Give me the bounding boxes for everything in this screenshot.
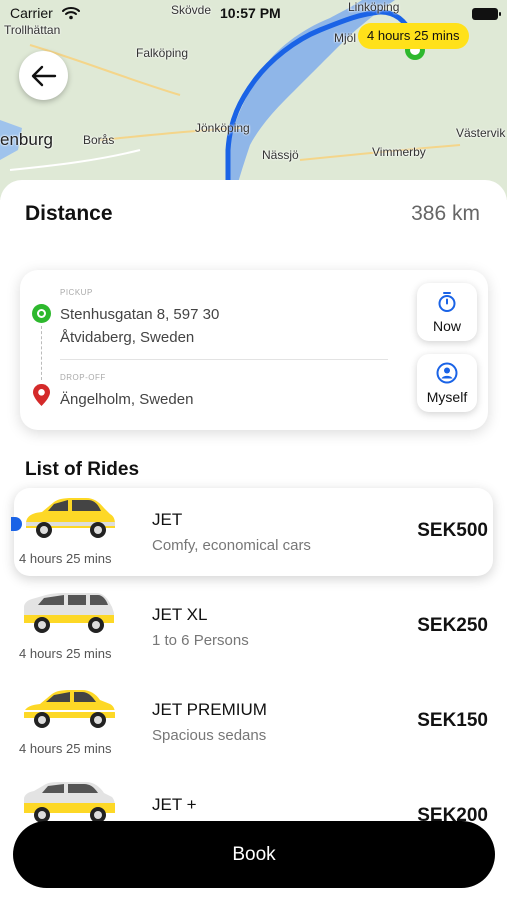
clock: 10:57 PM [220,5,281,21]
eta-badge: 4 hours 25 mins [358,23,469,49]
ride-name: JET XL [152,605,208,624]
ride-price: SEK150 [417,710,488,731]
car-icon [24,782,115,823]
rides-list-title: List of Rides [25,459,140,480]
myself-label: Myself [426,389,468,405]
ride-description: Comfy, economical cars [152,537,311,554]
distance-label: Distance [25,202,113,225]
location-pin-icon [33,384,50,406]
map-label-falkoping: Falköping [136,46,189,60]
schedule-now-button[interactable]: Now [417,283,477,341]
wifi-icon [62,7,80,20]
pickup-dot-icon [32,304,51,323]
ride-option-jet-xl[interactable]: 4 hours 25 mins JET XL 1 to 6 Persons SE… [14,583,493,671]
stopwatch-icon [438,292,456,312]
map-label-vastervik: Västervik [456,126,506,140]
car-icon [24,690,115,728]
user-circle-icon [436,362,458,384]
arrow-left-icon [31,65,56,86]
ride-price: SEK500 [417,520,488,541]
pickup-label: PICKUP [60,288,93,297]
ride-price: SEK250 [417,615,488,636]
ride-option-jet-premium[interactable]: 4 hours 25 mins JET PREMIUM Spacious sed… [14,678,493,766]
location-card: PICKUP Stenhusgatan 8, 597 30 Åtvidaberg… [20,270,488,430]
back-button[interactable] [19,51,68,100]
ride-description: Spacious sedans [152,727,267,744]
distance-value: 386 km [411,202,480,225]
pickup-address[interactable]: Stenhusgatan 8, 597 30 Åtvidaberg, Swede… [60,303,280,349]
ride-name: JET PREMIUM [152,700,267,719]
ride-duration: 4 hours 25 mins [19,646,112,661]
divider [60,359,388,360]
ride-option-jet[interactable]: 4 hours 25 mins JET Comfy, economical ca… [11,488,493,576]
ride-duration: 4 hours 25 mins [19,551,112,566]
battery-icon [472,8,501,20]
now-label: Now [432,318,461,334]
dropoff-label: DROP-OFF [60,373,106,382]
map-label-boras: Borås [83,133,115,147]
car-icon [26,498,115,538]
bottom-sheet: Distance 386 km PICKUP Stenhusgatan 8, 5… [0,180,507,900]
carrier-label: Carrier [10,5,53,21]
map-label-mjol: Mjöl [334,31,357,45]
rider-myself-button[interactable]: Myself [417,354,477,412]
ride-name: JET [152,510,183,529]
car-icon [24,593,114,633]
route-connector [41,326,42,380]
dropoff-address[interactable]: Ängelholm, Sweden [60,388,193,411]
ride-description: 1 to 6 Persons [152,632,249,649]
map-label-vimmerby: Vimmerby [372,145,426,159]
ride-name: JET + [152,795,197,814]
map-label-jonkoping: Jönköping [195,121,250,135]
ride-duration: 4 hours 25 mins [19,741,112,756]
book-button[interactable]: Book [13,821,495,888]
map-label-goteborg: enburg [0,130,53,149]
map-label-nassjo: Nässjö [262,148,299,162]
